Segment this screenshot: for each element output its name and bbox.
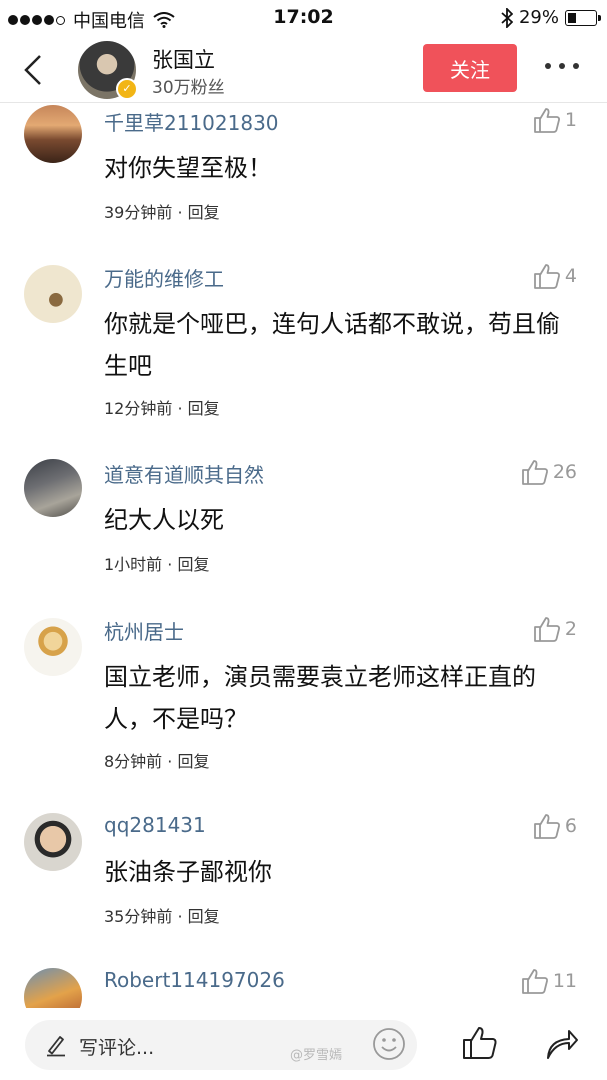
- reply-button[interactable]: 回复: [177, 752, 209, 771]
- watermark: @罗雪嫣: [290, 1048, 343, 1063]
- like-count: 4: [564, 265, 577, 287]
- commenter-avatar[interactable]: [24, 618, 82, 676]
- comment-text: 对你失望至极！: [104, 154, 272, 182]
- like-count: 6: [564, 815, 577, 837]
- comment-item: 杭州居士 2 国立老师，演员需要袁立老师这样正直的人，不是吗？ 8分钟前 · 回…: [0, 614, 607, 804]
- like-button[interactable]: 11: [521, 968, 577, 994]
- commenter-name[interactable]: 千里草211021830: [104, 107, 279, 136]
- like-count: 1: [564, 109, 577, 131]
- comment-time: 8分钟前: [104, 752, 163, 771]
- comment-item: 道意有道顺其自然 26 纪大人以死 1小时前 · 回复: [0, 457, 607, 607]
- comment-item: qq281431 6 张油条子鄙视你 35分钟前 · 回复: [0, 811, 607, 961]
- share-icon[interactable]: [545, 1028, 579, 1060]
- like-button[interactable]: 2: [533, 616, 577, 642]
- comment-input[interactable]: 写评论...: [25, 1020, 417, 1070]
- commenter-avatar[interactable]: [24, 813, 82, 871]
- comment-meta: 35分钟前 · 回复: [104, 907, 220, 926]
- thumbs-up-icon[interactable]: [462, 1026, 498, 1060]
- comment-text: 国立老师，演员需要袁立老师这样正直的人，不是吗？: [104, 663, 536, 733]
- like-button[interactable]: 26: [521, 459, 577, 485]
- thumbs-up-icon: [534, 108, 560, 133]
- comment-time: 1小时前: [104, 555, 163, 574]
- bluetooth-icon: [501, 7, 513, 28]
- comment-meta: 39分钟前 · 回复: [104, 203, 220, 222]
- commenter-avatar[interactable]: [24, 968, 82, 1008]
- status-right: 29%: [501, 7, 601, 28]
- comment-text: 你就是个哑巴，连句人话都不敢说，苟且偷生吧: [104, 310, 560, 380]
- thumbs-up-icon: [534, 814, 560, 839]
- like-button[interactable]: 6: [533, 813, 577, 839]
- comment-meta: 12分钟前 · 回复: [104, 399, 220, 418]
- back-button[interactable]: [14, 50, 54, 90]
- comment-time: 39分钟前: [104, 203, 173, 222]
- emoji-icon[interactable]: [372, 1027, 406, 1061]
- comment-meta: 1小时前 · 回复: [104, 555, 210, 574]
- thumbs-up-icon: [534, 617, 560, 642]
- more-options-icon[interactable]: [545, 61, 579, 71]
- reply-button[interactable]: 回复: [188, 203, 220, 222]
- commenter-name[interactable]: 万能的维修工: [104, 263, 224, 292]
- commenter-name[interactable]: 杭州居士: [104, 616, 184, 645]
- comment-item: 万能的维修工 4 你就是个哑巴，连句人话都不敢说，苟且偷生吧 12分钟前 · 回…: [0, 261, 607, 451]
- thumbs-up-icon: [521, 460, 548, 485]
- commenter-name[interactable]: Robert114197026: [104, 968, 285, 992]
- comment-text: 张油条子鄙视你: [104, 858, 272, 886]
- comment-item: 千里草211021830 1 对你失望至极！ 39分钟前 · 回复: [0, 103, 607, 253]
- commenter-avatar[interactable]: [24, 105, 82, 163]
- fans-count: 30万粉丝: [152, 78, 225, 98]
- like-count: 26: [552, 461, 577, 483]
- commenter-name[interactable]: qq281431: [104, 813, 206, 837]
- pencil-icon: [47, 1036, 65, 1057]
- comment-text: 纪大人以死: [104, 506, 224, 534]
- like-count: 11: [552, 970, 577, 992]
- commenter-avatar[interactable]: [24, 265, 82, 323]
- profile-name[interactable]: 张国立: [152, 44, 215, 74]
- comment-item: Robert114197026 11: [0, 964, 607, 1008]
- battery-icon: [565, 9, 601, 26]
- verified-badge-icon: ✓: [116, 78, 138, 100]
- follow-button[interactable]: 关注: [423, 44, 517, 92]
- chevron-left-icon: [24, 55, 41, 85]
- thumbs-up-icon: [534, 264, 560, 289]
- comment-placeholder: 写评论...: [79, 1037, 155, 1059]
- battery-percent: 29%: [518, 7, 559, 28]
- comment-time: 35分钟前: [104, 907, 173, 926]
- comment-time: 12分钟前: [104, 399, 173, 418]
- like-button[interactable]: 1: [533, 107, 577, 133]
- battery-level: [568, 12, 576, 23]
- profile-header: ✓ 张国立 30万粉丝 关注: [0, 36, 607, 103]
- commenter-name[interactable]: 道意有道顺其自然: [104, 459, 264, 488]
- like-button[interactable]: 4: [533, 263, 577, 289]
- reply-button[interactable]: 回复: [188, 399, 220, 418]
- comment-meta: 8分钟前 · 回复: [104, 752, 210, 771]
- thumbs-up-icon: [521, 969, 548, 994]
- commenter-avatar[interactable]: [24, 459, 82, 517]
- profile-avatar[interactable]: ✓: [78, 41, 138, 100]
- like-count: 2: [564, 618, 577, 640]
- reply-button[interactable]: 回复: [188, 907, 220, 926]
- status-bar: 中国电信 17:02 29%: [0, 0, 607, 36]
- reply-button[interactable]: 回复: [177, 555, 209, 574]
